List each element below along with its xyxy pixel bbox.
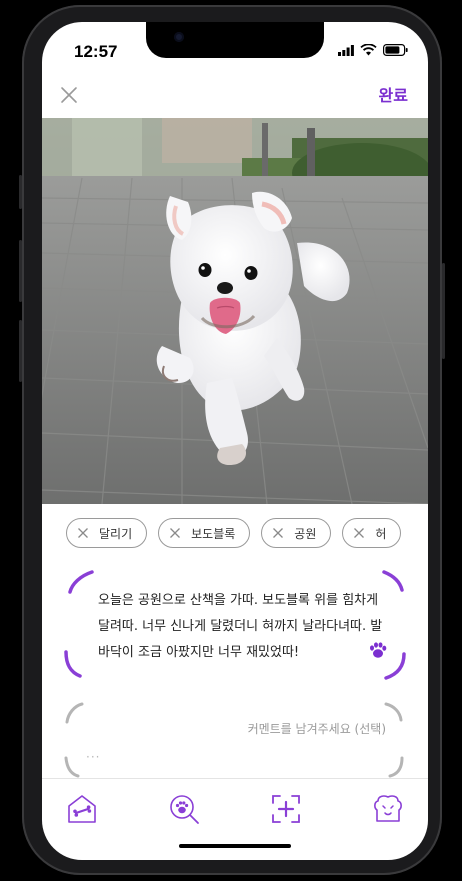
notch — [146, 22, 324, 58]
done-button[interactable]: 완료 — [379, 82, 408, 106]
comment-placeholder: 커멘트를 남겨주세요 (선택) — [247, 722, 386, 736]
tag-label: 달리기 — [99, 526, 133, 541]
volume-down-button — [19, 320, 22, 382]
front-camera — [174, 32, 184, 42]
bottom-navigation — [42, 778, 428, 837]
silent-switch — [19, 175, 22, 209]
signal-icon — [338, 44, 354, 56]
comment-input[interactable]: 커멘트를 남겨주세요 (선택) ··· — [62, 702, 408, 778]
typing-dots: ··· — [86, 750, 101, 764]
tag-chip[interactable]: 달리기 — [66, 518, 148, 548]
tag-label: 허 — [375, 526, 387, 541]
diary-text-area[interactable]: 오늘은 공원으로 산책을 가따. 보도블록 위를 힘차게 달려따. 너무 신나게… — [62, 570, 408, 680]
paw-search-icon[interactable] — [166, 791, 202, 827]
close-icon[interactable] — [58, 84, 80, 106]
remove-tag-icon[interactable] — [272, 527, 284, 539]
tag-label: 보도블록 — [191, 526, 236, 541]
power-button — [442, 263, 445, 359]
wifi-icon — [360, 44, 377, 56]
home-indicator[interactable] — [179, 844, 291, 848]
dog-photo-illustration — [42, 118, 428, 504]
tag-chip[interactable]: 허 — [342, 518, 402, 548]
volume-up-button — [19, 240, 22, 302]
tag-chip[interactable]: 보도블록 — [158, 518, 251, 548]
diary-text: 오늘은 공원으로 산책을 가따. 보도블록 위를 힘차게 달려따. 너무 신나게… — [98, 593, 383, 660]
add-photo-icon[interactable] — [268, 791, 304, 827]
status-icons — [338, 44, 408, 56]
battery-icon — [383, 44, 408, 56]
tag-chip[interactable]: 공원 — [261, 518, 332, 548]
tag-list: 달리기 보도블록 공원 허 — [66, 518, 428, 552]
comment-frame — [64, 702, 404, 778]
remove-tag-icon[interactable] — [353, 527, 365, 539]
dog-face-icon[interactable] — [370, 791, 406, 827]
app-screen: 12:57 완료 달리기 보도블록 공원 허 오늘은 공원으로 산책을 가따. … — [42, 22, 428, 860]
remove-tag-icon[interactable] — [77, 527, 89, 539]
dog-photo — [42, 118, 428, 504]
paw-icon — [370, 642, 387, 658]
house-bone-icon[interactable] — [64, 791, 100, 827]
status-time: 12:57 — [74, 42, 118, 61]
tag-label: 공원 — [294, 526, 317, 541]
editor-header: 완료 — [42, 78, 428, 118]
remove-tag-icon[interactable] — [169, 527, 181, 539]
